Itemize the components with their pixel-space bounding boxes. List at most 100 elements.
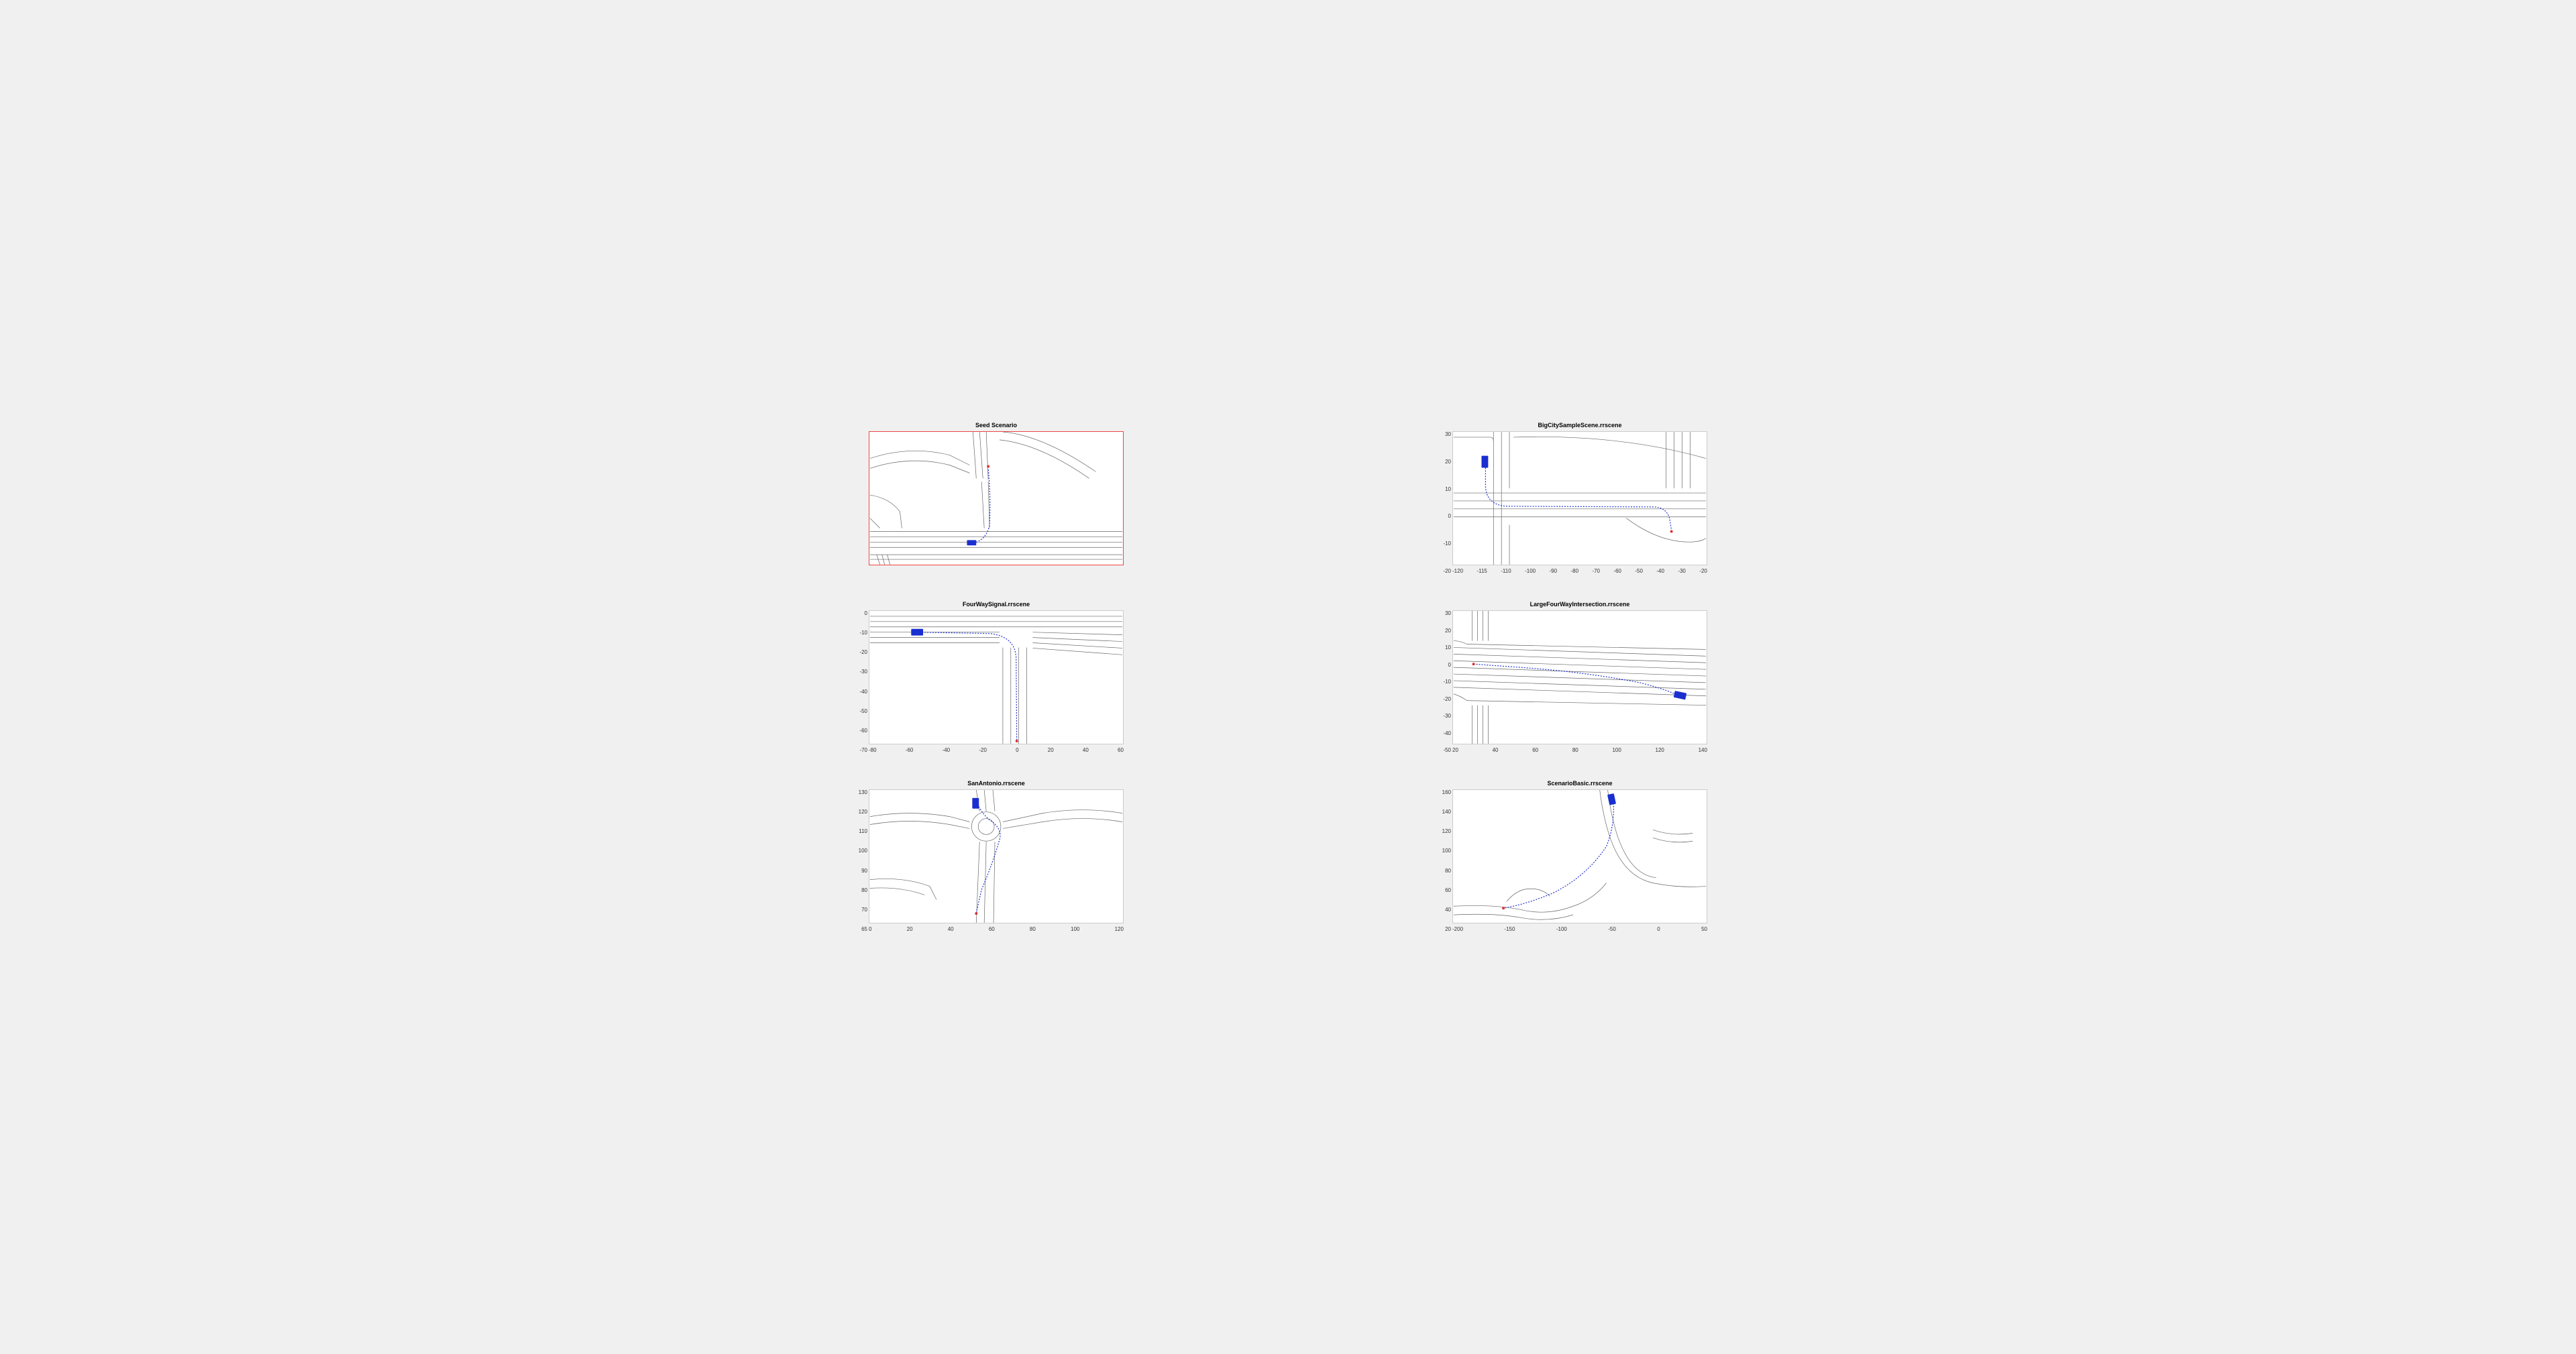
ytick: 110 bbox=[859, 828, 867, 834]
ytick: 90 bbox=[861, 868, 867, 874]
subplot-seed: Seed Scenario bbox=[798, 422, 1194, 574]
ytick: -70 bbox=[859, 747, 867, 753]
ytick: 0 bbox=[865, 610, 867, 616]
ytick: 65 bbox=[861, 926, 867, 932]
xtick: 20 bbox=[1452, 747, 1458, 753]
axis-wrapper: 30 20 10 0 -10 -20 bbox=[1452, 431, 1707, 574]
ytick: -40 bbox=[1443, 730, 1451, 736]
xtick: -120 bbox=[1452, 568, 1463, 574]
ytick: 120 bbox=[1442, 828, 1451, 834]
axis-wrapper: 30 20 10 0 -10 -20 -30 -40 -50 bbox=[1452, 610, 1707, 753]
xtick: 20 bbox=[1048, 747, 1054, 753]
scenario-grid: Seed Scenario bbox=[798, 422, 1778, 932]
xtick: 0 bbox=[869, 926, 871, 932]
subplot-fourway: FourWaySignal.rrscene 0 -10 -20 -30 -40 … bbox=[798, 601, 1194, 753]
xtick: -60 bbox=[906, 747, 914, 753]
xtick: -60 bbox=[1613, 568, 1621, 574]
xtick: -115 bbox=[1477, 568, 1487, 574]
xtick: 50 bbox=[1701, 926, 1707, 932]
ytick: -30 bbox=[859, 669, 867, 675]
xtick: 40 bbox=[948, 926, 954, 932]
xtick: -50 bbox=[1608, 926, 1616, 932]
xtick: -20 bbox=[1699, 568, 1707, 574]
xtick: -50 bbox=[1635, 568, 1643, 574]
roadmap-bigcity bbox=[1453, 432, 1707, 565]
x-axis: 0 20 40 60 80 100 120 bbox=[869, 926, 1124, 932]
xtick: 60 bbox=[1118, 747, 1124, 753]
ytick: 30 bbox=[1445, 610, 1451, 616]
roadmap-largefourway bbox=[1453, 611, 1707, 744]
xtick: 100 bbox=[1071, 926, 1079, 932]
ytick: -10 bbox=[1443, 679, 1451, 685]
xtick: -80 bbox=[869, 747, 877, 753]
roadmap-fourway bbox=[869, 611, 1123, 744]
ytick: -10 bbox=[1443, 541, 1451, 547]
xtick: 40 bbox=[1493, 747, 1499, 753]
xtick: 80 bbox=[1030, 926, 1036, 932]
ytick: 80 bbox=[1445, 868, 1451, 874]
xtick: 60 bbox=[989, 926, 995, 932]
xtick: -100 bbox=[1556, 926, 1567, 932]
x-axis: -80 -60 -40 -20 0 20 40 60 bbox=[869, 747, 1124, 753]
subplot-title: BigCitySampleScene.rrscene bbox=[1538, 422, 1621, 429]
ytick: 30 bbox=[1445, 431, 1451, 437]
roadmap-sanantonio bbox=[869, 790, 1123, 923]
xtick: 20 bbox=[907, 926, 913, 932]
ytick: 40 bbox=[1445, 907, 1451, 913]
xtick: -70 bbox=[1592, 568, 1600, 574]
y-axis: 130 120 110 100 90 80 70 65 bbox=[849, 789, 867, 932]
subplot-largefourway: LargeFourWayIntersection.rrscene 30 20 1… bbox=[1382, 601, 1778, 753]
xtick: 60 bbox=[1532, 747, 1538, 753]
ytick: 80 bbox=[861, 887, 867, 893]
xtick: 0 bbox=[1657, 926, 1660, 932]
xtick: -40 bbox=[943, 747, 951, 753]
ytick: -10 bbox=[859, 630, 867, 636]
ytick: 120 bbox=[859, 809, 867, 815]
subplot-title: LargeFourWayIntersection.rrscene bbox=[1530, 601, 1630, 608]
ytick: 10 bbox=[1445, 644, 1451, 651]
xtick: -80 bbox=[1570, 568, 1578, 574]
xtick: -100 bbox=[1525, 568, 1536, 574]
ytick: 20 bbox=[1445, 926, 1451, 932]
ytick: -60 bbox=[859, 728, 867, 734]
x-axis: -120 -115 -110 -100 -90 -80 -70 -60 -50 … bbox=[1452, 568, 1707, 574]
xtick: 40 bbox=[1083, 747, 1089, 753]
ytick: -20 bbox=[1443, 568, 1451, 574]
ytick: 20 bbox=[1445, 459, 1451, 465]
y-axis: 0 -10 -20 -30 -40 -50 -60 -70 bbox=[849, 610, 867, 753]
ytick: 70 bbox=[861, 907, 867, 913]
y-axis: 30 20 10 0 -10 -20 bbox=[1432, 431, 1451, 574]
plot-area-fourway bbox=[869, 610, 1124, 744]
xtick: -110 bbox=[1501, 568, 1511, 574]
ytick: 20 bbox=[1445, 628, 1451, 634]
ytick: 100 bbox=[1442, 848, 1451, 854]
ytick: -20 bbox=[859, 649, 867, 655]
subplot-scenariobasic: ScenarioBasic.rrscene 160 140 120 100 80… bbox=[1382, 780, 1778, 932]
axis-wrapper: 160 140 120 100 80 60 40 20 bbox=[1452, 789, 1707, 932]
ytick: -30 bbox=[1443, 713, 1451, 719]
ytick: 100 bbox=[859, 848, 867, 854]
ytick: 130 bbox=[859, 789, 867, 795]
xtick: -20 bbox=[979, 747, 987, 753]
xtick: 120 bbox=[1656, 747, 1664, 753]
plot-area-bigcity bbox=[1452, 431, 1707, 565]
ytick: 140 bbox=[1442, 809, 1451, 815]
roadmap-seed bbox=[869, 432, 1123, 565]
plot-area-scenariobasic bbox=[1452, 789, 1707, 923]
ytick: 160 bbox=[1442, 789, 1451, 795]
xtick: -200 bbox=[1452, 926, 1463, 932]
y-axis: 30 20 10 0 -10 -20 -30 -40 -50 bbox=[1432, 610, 1451, 753]
subplot-title: ScenarioBasic.rrscene bbox=[1547, 780, 1612, 787]
subplot-sanantonio: SanAntonio.rrscene 130 120 110 100 90 80… bbox=[798, 780, 1194, 932]
xtick: 120 bbox=[1115, 926, 1124, 932]
plot-area-largefourway bbox=[1452, 610, 1707, 744]
axis-wrapper: 0 -10 -20 -30 -40 -50 -60 -70 bbox=[869, 610, 1124, 753]
subplot-title: Seed Scenario bbox=[975, 422, 1017, 429]
roadmap-scenariobasic bbox=[1453, 790, 1707, 923]
ytick: 0 bbox=[1448, 513, 1451, 519]
xtick: -40 bbox=[1656, 568, 1664, 574]
x-axis: 20 40 60 80 100 120 140 bbox=[1452, 747, 1707, 753]
ytick: -50 bbox=[1443, 747, 1451, 753]
xtick: 100 bbox=[1612, 747, 1621, 753]
ytick: 10 bbox=[1445, 486, 1451, 492]
